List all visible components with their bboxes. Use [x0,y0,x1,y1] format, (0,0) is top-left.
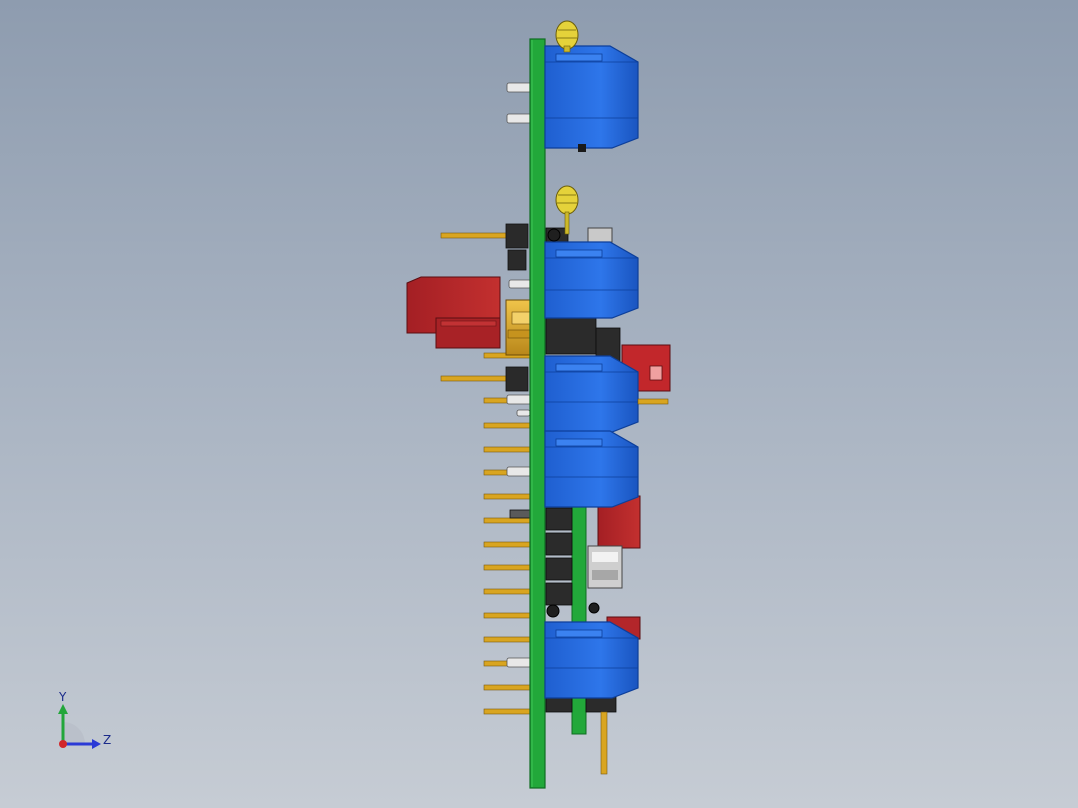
terminal-block-3 [544,355,639,433]
cad-viewport[interactable]: Y Z [0,0,1078,808]
silver-cylinder [587,545,623,589]
coordinate-triad-icon: Y Z [58,690,111,749]
terminal-block-4 [544,430,639,508]
smd-part-top [587,227,613,243]
gold-regulator-left [505,299,531,356]
terminal-block-1 [544,45,639,152]
terminal-block-2 [544,241,639,319]
axis-z-label: Z [103,733,111,747]
red-connector-left [406,276,501,349]
terminal-block-5 [544,621,639,699]
axis-y-label: Y [58,690,67,704]
led-middle [555,185,579,235]
